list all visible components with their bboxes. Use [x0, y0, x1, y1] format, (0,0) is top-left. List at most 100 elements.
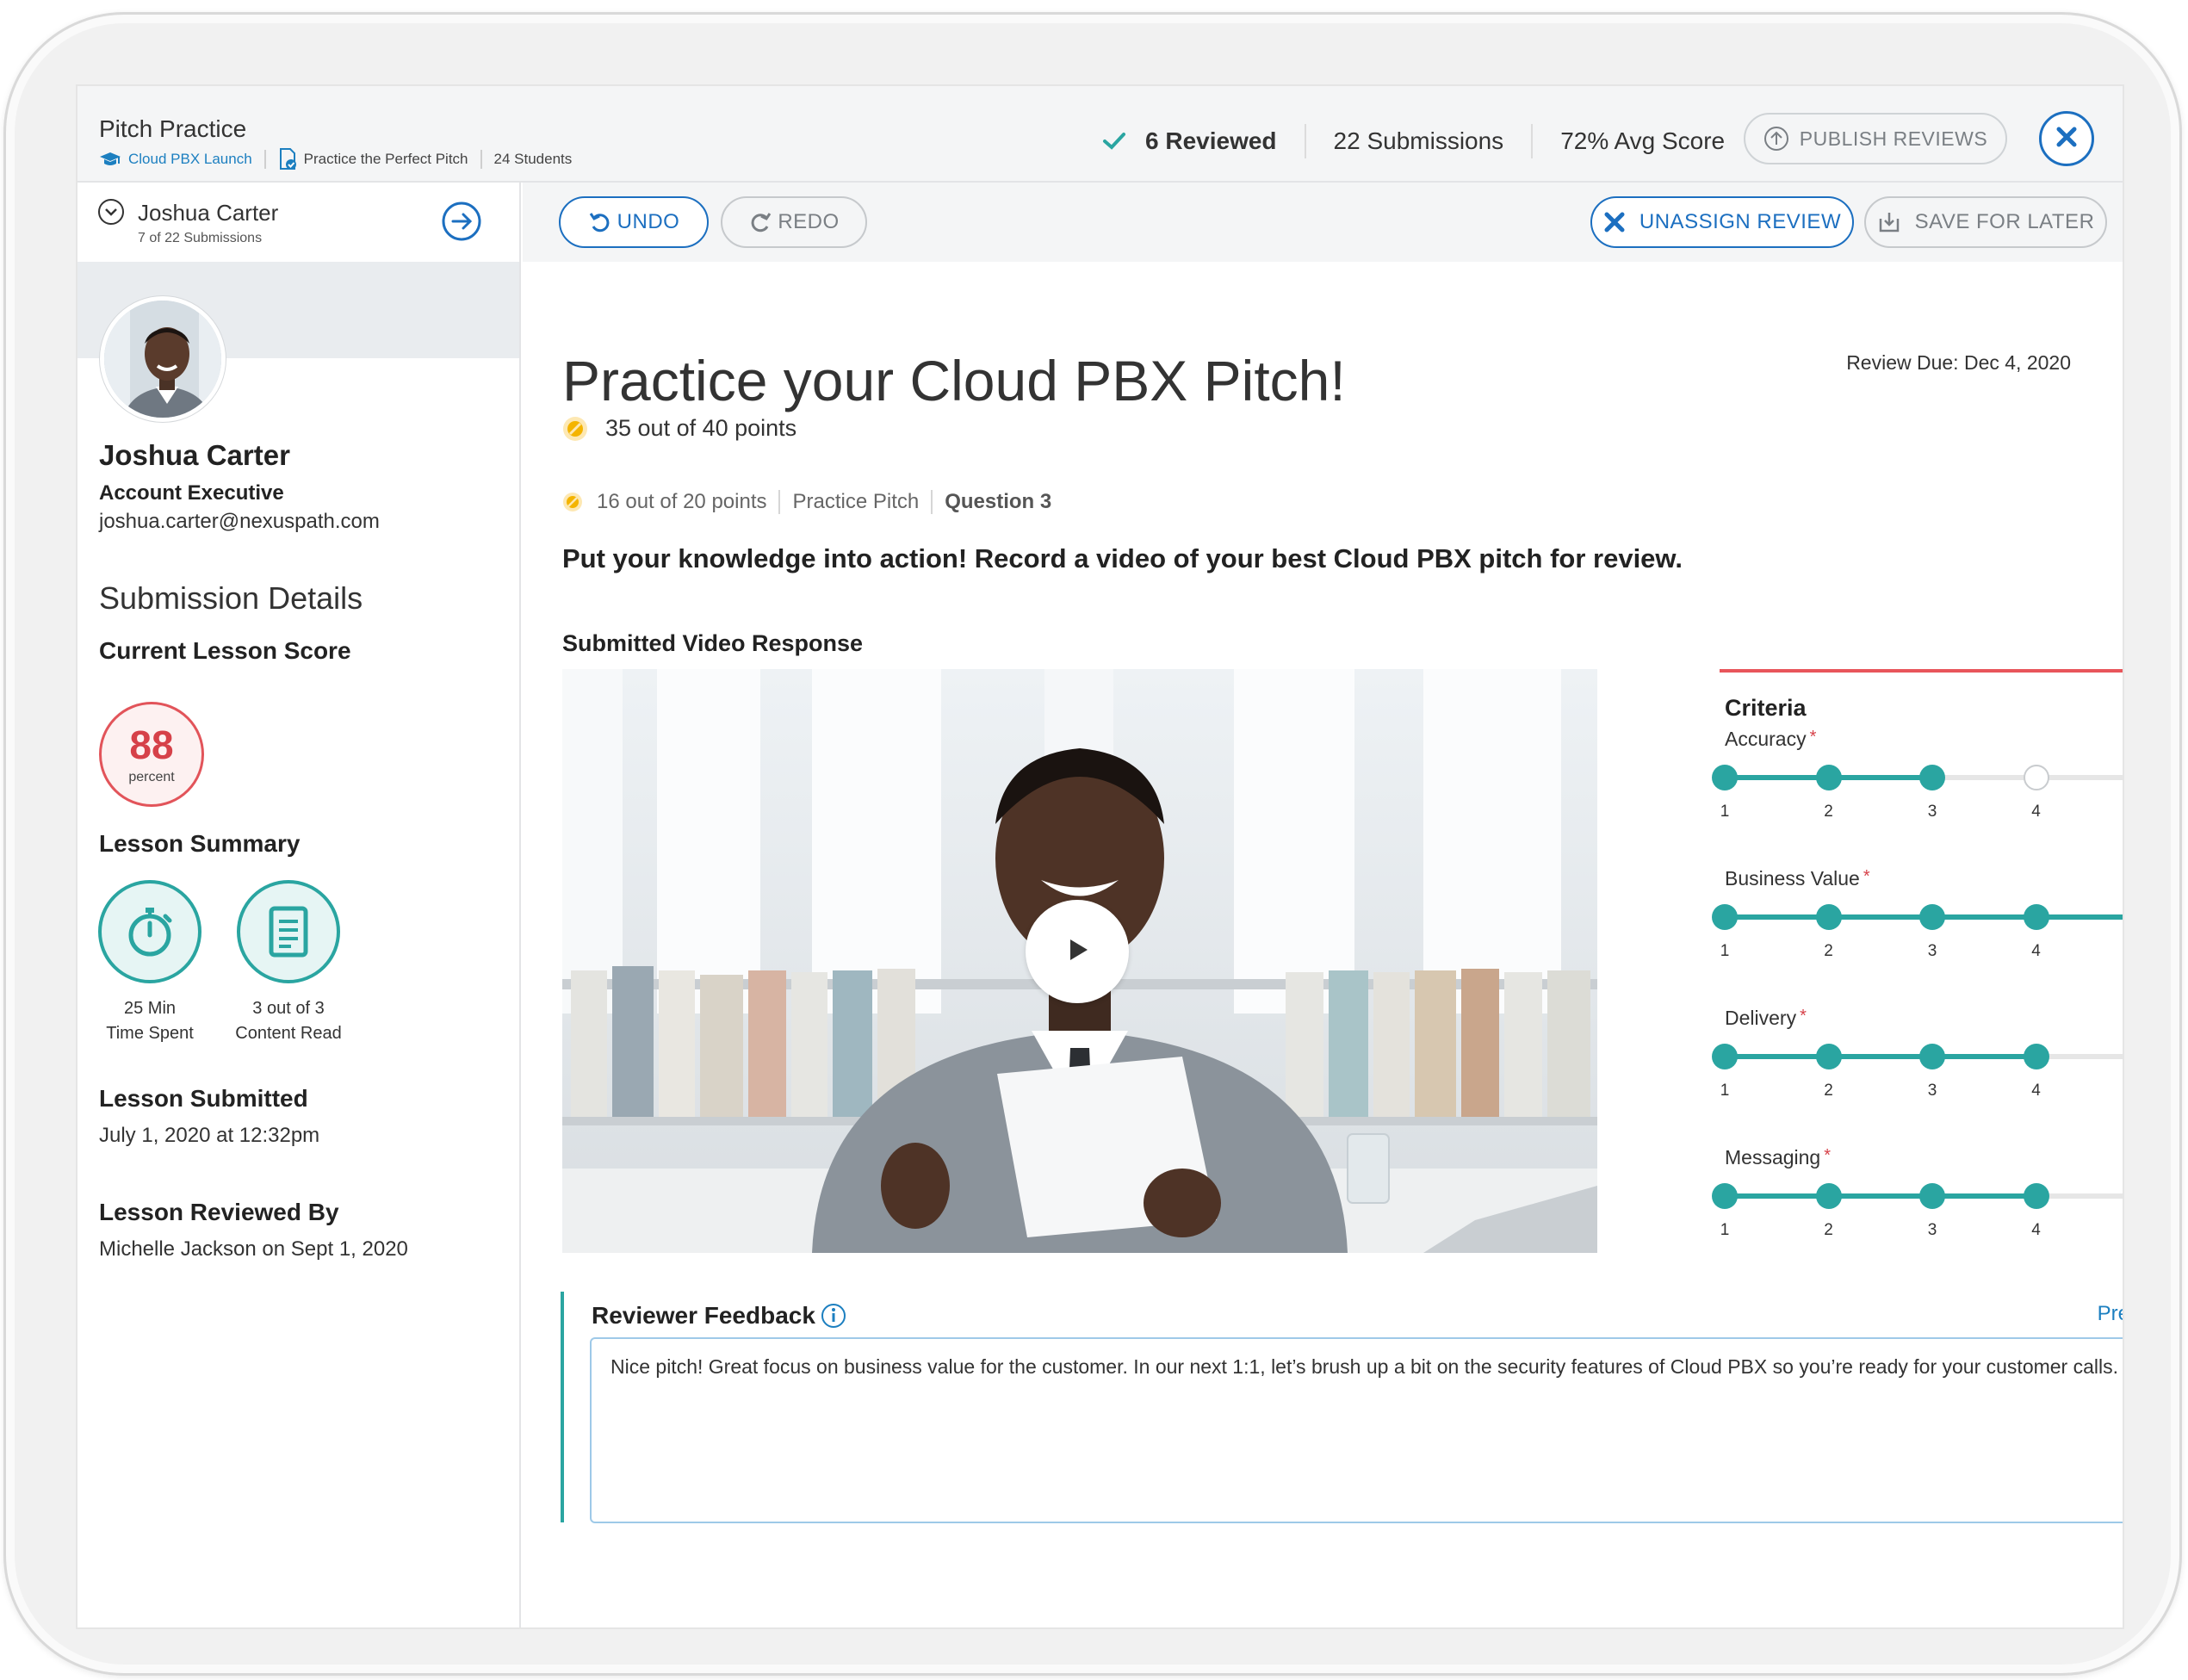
graduation-cap-icon [99, 151, 121, 168]
content-read-value: 3 out of 3 [252, 999, 325, 1018]
stat-divider [1531, 124, 1534, 158]
rating-slider[interactable] [1712, 1044, 2123, 1069]
rating-option-2[interactable] [1815, 904, 1842, 930]
criteria-title: Criteria [1725, 695, 1807, 721]
save-download-icon [1877, 210, 1901, 234]
next-student-icon[interactable] [441, 201, 482, 242]
rating-option-2[interactable] [1815, 765, 1842, 790]
rating-option-1[interactable] [1712, 904, 1738, 930]
close-icon [1603, 211, 1626, 233]
rating-option-2[interactable] [1815, 1044, 1842, 1069]
required-asterisk: * [1863, 867, 1870, 886]
close-button[interactable] [2039, 111, 2094, 166]
criteria-accent-line [1720, 669, 2123, 673]
lesson-reviewed-label: Lesson Reviewed By [99, 1199, 339, 1225]
chevron-down-icon[interactable] [97, 198, 125, 226]
lesson-score-value: 88 [129, 722, 174, 767]
rating-scale-labels: 12345 [1720, 1221, 2123, 1242]
redo-button[interactable]: REDO [721, 196, 867, 248]
rating-scale-label: 3 [1927, 1082, 1937, 1100]
reviewer-feedback-heading: Reviewer Feedback [592, 1302, 846, 1330]
rating-option-1[interactable] [1712, 1044, 1738, 1069]
breadcrumb-divider [263, 150, 266, 169]
breadcrumb-students[interactable]: 24 Students [494, 151, 573, 168]
publish-reviews-button[interactable]: PUBLISH REVIEWS [1744, 113, 2007, 164]
rating-option-3[interactable] [1919, 904, 1945, 930]
save-for-later-button[interactable]: SAVE FOR LATER [1864, 196, 2107, 248]
submissions-stat: 22 Submissions [1333, 127, 1504, 154]
feedback-accent-bar [561, 1292, 564, 1522]
breadcrumb-lesson-label: Practice the Perfect Pitch [303, 151, 468, 167]
rating-scale-label: 2 [1824, 803, 1833, 821]
meta-divider [778, 490, 781, 514]
student-email: joshua.carter@nexuspath.com [99, 510, 380, 533]
rating-option-2[interactable] [1815, 1183, 1842, 1209]
criterion-business-value: Business Value*12345 [1712, 867, 2123, 963]
question-type: Practice Pitch [792, 490, 920, 513]
breadcrumb-divider [480, 150, 482, 169]
rating-slider[interactable] [1712, 904, 2123, 930]
rating-option-4[interactable] [2023, 1183, 2049, 1209]
rating-scale-label: 2 [1824, 1221, 1833, 1239]
rating-option-3[interactable] [1919, 1044, 1945, 1069]
question-points: 16 out of 20 points [597, 490, 767, 513]
stat-divider [1304, 124, 1306, 158]
time-spent-value: 25 Min [123, 999, 177, 1018]
save-for-later-label: SAVE FOR LATER [1914, 210, 2095, 233]
info-icon[interactable] [821, 1303, 846, 1329]
time-spent-summary: 25 Min Time Spent [85, 880, 214, 1044]
upload-circle-icon [1763, 126, 1789, 152]
slider-fill [1725, 1054, 2036, 1059]
required-asterisk: * [1809, 728, 1817, 747]
rating-scale-label: 3 [1927, 803, 1937, 821]
required-asterisk: * [1824, 1146, 1832, 1165]
rating-option-1[interactable] [1712, 765, 1738, 790]
question-prompt: Put your knowledge into action! Record a… [562, 543, 1683, 573]
play-icon [1060, 933, 1094, 971]
rating-option-3[interactable] [1919, 765, 1945, 790]
video-player[interactable] [562, 669, 1597, 1253]
breadcrumb-lesson[interactable]: Practice the Perfect Pitch [278, 148, 468, 170]
avg-score-stat: 72% Avg Score [1560, 127, 1726, 154]
rating-scale-label: 4 [2031, 803, 2041, 821]
rating-option-4[interactable] [2023, 904, 2049, 930]
criterion-accuracy: Accuracy*12345 [1712, 728, 2123, 823]
student-sidebar: Joshua Carter 7 of 22 Submissions Joshua… [77, 183, 521, 1627]
rating-scale-labels: 12345 [1720, 803, 2123, 823]
undo-icon [588, 210, 612, 234]
slider-fill [1725, 1193, 2036, 1199]
feedback-textarea[interactable]: Nice pitch! Great focus on business valu… [590, 1337, 2123, 1523]
criterion-label: Messaging * [1725, 1146, 2123, 1169]
partial-score-icon [562, 416, 588, 442]
reviewer-feedback-section: Reviewer Feedback Preview Nice pitch! Gr… [561, 1292, 2123, 1524]
student-selector[interactable]: Joshua Carter 7 of 22 Submissions [77, 183, 519, 262]
rating-scale-label: 4 [2031, 1082, 2041, 1100]
breadcrumb-course-label: Cloud PBX Launch [128, 151, 252, 167]
lesson-summary-label: Lesson Summary [99, 830, 301, 857]
rating-scale-label: 3 [1927, 942, 1937, 960]
review-main: Practice your Cloud PBX Pitch! Review Du… [523, 262, 2123, 1627]
unassign-review-button[interactable]: UNASSIGN REVIEW [1590, 196, 1854, 248]
rating-scale-label: 1 [1720, 1221, 1730, 1239]
partial-score-icon [562, 492, 583, 512]
question-number: Question 3 [945, 490, 1052, 513]
time-spent-label: Time Spent [106, 1024, 194, 1043]
play-button[interactable] [1026, 900, 1129, 1003]
preview-link[interactable]: Preview [2098, 1302, 2123, 1326]
redo-label: REDO [778, 210, 840, 233]
breadcrumb-course[interactable]: Cloud PBX Launch [99, 151, 252, 168]
required-asterisk: * [1800, 1007, 1807, 1026]
rating-option-1[interactable] [1712, 1183, 1738, 1209]
undo-button[interactable]: UNDO [559, 196, 709, 248]
document-icon [237, 880, 340, 983]
lesson-score-badge: 88 percent [99, 702, 204, 807]
rating-option-4[interactable] [2023, 765, 2049, 790]
rating-slider[interactable] [1712, 1183, 2123, 1209]
meta-divider [931, 490, 933, 514]
rating-option-3[interactable] [1919, 1183, 1945, 1209]
reviewed-count: 6 Reviewed [1145, 127, 1277, 154]
criterion-label-text: Messaging [1725, 1146, 1821, 1169]
rating-slider[interactable] [1712, 765, 2123, 790]
rating-option-4[interactable] [2023, 1044, 2049, 1069]
rating-scale-labels: 12345 [1720, 1082, 2123, 1102]
